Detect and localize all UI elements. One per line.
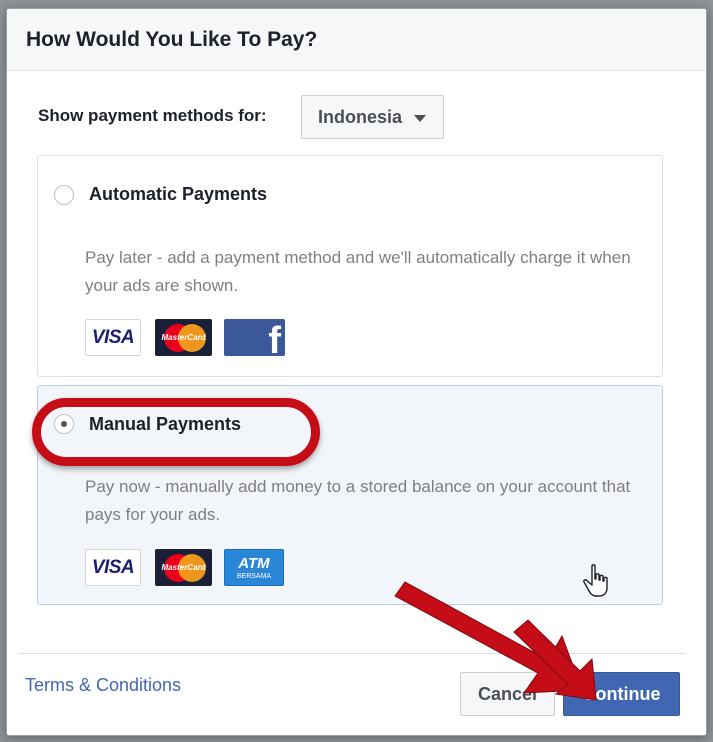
payment-option-automatic[interactable]: Automatic Payments Pay later - add a pay…: [37, 155, 663, 377]
mastercard-icon: MasterCard: [155, 549, 212, 586]
visa-icon: VISA: [85, 549, 141, 586]
visa-label: VISA: [91, 326, 135, 348]
mastercard-label: MasterCard: [161, 332, 206, 342]
continue-button[interactable]: Continue: [563, 672, 680, 716]
chevron-down-icon: [414, 115, 426, 122]
country-value: Indonesia: [318, 107, 403, 127]
option-description-manual: Pay now - manually add money to a stored…: [85, 477, 631, 524]
payment-option-manual[interactable]: Manual Payments Pay now - manually add m…: [37, 385, 663, 605]
terms-conditions-link[interactable]: Terms & Conditions: [25, 675, 181, 696]
facebook-label: f: [268, 320, 281, 362]
radio-manual[interactable]: [54, 414, 74, 434]
option-description-automatic: Pay later - add a payment method and we'…: [85, 248, 631, 295]
footer-divider: [18, 653, 686, 654]
mastercard-label: MasterCard: [161, 562, 206, 572]
option-title-automatic: Automatic Payments: [89, 184, 268, 204]
atm-bersama-icon: ATM BERSAMA: [224, 549, 284, 586]
country-select[interactable]: Indonesia: [301, 95, 444, 139]
visa-icon: VISA: [85, 319, 141, 356]
mastercard-icon: MasterCard: [155, 319, 212, 356]
cancel-button[interactable]: Cancel: [460, 672, 555, 716]
atm-label: ATM: [238, 554, 270, 572]
visa-label: VISA: [91, 556, 135, 578]
atm-sub-label: BERSAMA: [236, 572, 272, 580]
dialog-header: How Would You Like To Pay?: [7, 9, 706, 71]
country-label: Show payment methods for:: [38, 106, 267, 125]
radio-selected-dot: [61, 421, 67, 427]
facebook-icon: f: [224, 319, 285, 360]
option-title-manual: Manual Payments: [89, 414, 242, 434]
radio-automatic[interactable]: [54, 185, 74, 205]
hand-cursor-icon: [583, 564, 608, 597]
dialog-title: How Would You Like To Pay?: [26, 28, 318, 51]
